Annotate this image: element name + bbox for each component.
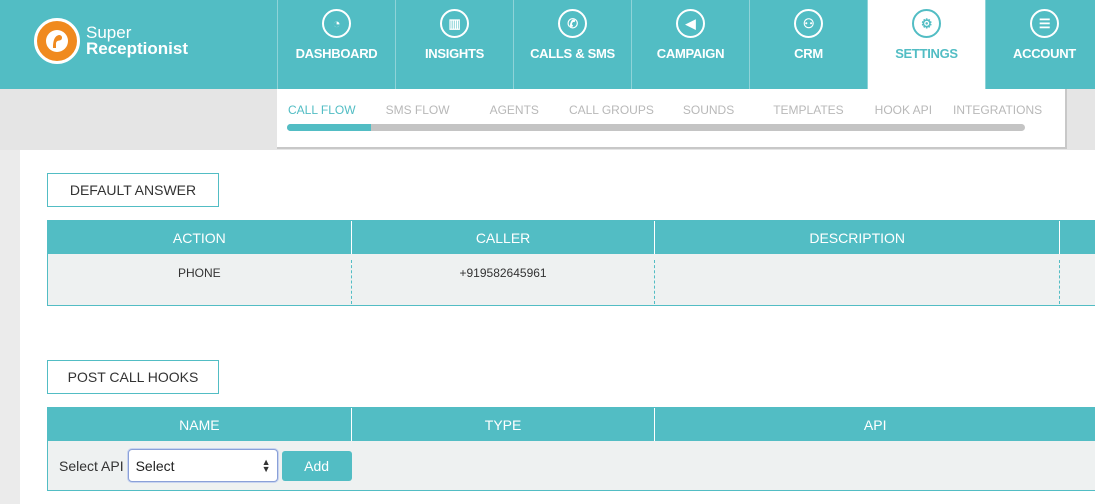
post-call-hooks-table: NAME TYPE API Select API Select ▲ ▼ Add <box>47 407 1095 491</box>
add-hook-row: Select API Select ▲ ▼ Add <box>48 441 1095 490</box>
cell-extra <box>1060 260 1095 304</box>
tab-call-groups[interactable]: CALL GROUPS <box>550 103 665 117</box>
column-header-api: API <box>863 416 887 433</box>
brand-logo[interactable]: Super Receptionist <box>34 18 188 64</box>
tab-hook-api[interactable]: HOOK API <box>855 103 943 117</box>
tab-sounds[interactable]: SOUNDS <box>665 103 745 117</box>
column-header-extra <box>1060 221 1095 254</box>
column-header-action: ACTION <box>48 221 352 254</box>
nav-item-calls-sms[interactable]: ✆ CALLS & SMS <box>513 0 631 89</box>
list-icon: ☰ <box>1030 9 1059 38</box>
cell-description <box>655 260 1061 304</box>
table-header: ACTION CALLER DESCRIPTION <box>48 221 1095 254</box>
cell-caller: +919582645961 <box>352 260 656 304</box>
nav-item-crm[interactable]: ⚇ CRM <box>749 0 867 89</box>
column-header-type: TYPE <box>352 408 656 441</box>
left-gutter <box>0 150 20 504</box>
api-select[interactable]: Select ▲ ▼ <box>127 449 278 482</box>
nav-item-settings[interactable]: ⚙ SETTINGS <box>867 0 985 89</box>
nav-item-insights[interactable]: ▥ INSIGHTS <box>395 0 513 89</box>
nav-item-campaign[interactable]: ◀ CAMPAIGN <box>631 0 749 89</box>
dashboard-gauge-icon: ◔ <box>322 9 351 38</box>
tab-scroll-track[interactable] <box>287 124 1025 131</box>
top-navigation-bar: Super Receptionist ◔ DASHBOARD ▥ INSIGHT… <box>0 0 1095 89</box>
megaphone-icon: ◀ <box>676 9 705 38</box>
nav-label: CRM <box>794 46 823 61</box>
select-api-label: Select API <box>59 457 124 474</box>
settings-subnav: CALL FLOW SMS FLOW AGENTS CALL GROUPS SO… <box>277 89 1067 149</box>
nav-item-account[interactable]: ☰ ACCOUNT <box>985 0 1095 89</box>
nav-label: CAMPAIGN <box>656 46 725 61</box>
column-header-caller: CALLER <box>352 221 656 254</box>
nav-label: INSIGHTS <box>425 46 484 61</box>
table-row: PHONE +919582645961 <box>48 260 1095 304</box>
select-arrows-icon: ▲ ▼ <box>261 456 271 474</box>
gear-icon: ⚙ <box>912 9 941 38</box>
brand-name: Super Receptionist <box>86 24 189 58</box>
tab-templates[interactable]: TEMPLATES <box>745 103 854 117</box>
receptionist-logo-icon <box>34 18 80 64</box>
post-call-hooks-button[interactable]: POST CALL HOOKS <box>47 360 219 394</box>
brand-name-line2: Receptionist <box>86 39 189 58</box>
table-header: NAME TYPE API <box>48 408 1095 441</box>
nav-label: SETTINGS <box>895 46 958 61</box>
nav-label: DASHBOARD <box>295 46 378 61</box>
nav-item-dashboard[interactable]: ◔ DASHBOARD <box>277 0 395 89</box>
nav-label: ACCOUNT <box>1013 46 1076 61</box>
users-icon: ⚇ <box>794 9 823 38</box>
column-header-name: NAME <box>48 408 352 441</box>
tab-scroll-indicator[interactable] <box>287 124 371 131</box>
add-hook-button[interactable]: Add <box>281 450 352 481</box>
bar-chart-icon: ▥ <box>440 9 469 38</box>
tab-integrations[interactable]: INTEGRATIONS <box>943 103 1053 117</box>
phone-icon: ✆ <box>558 9 587 38</box>
main-nav: ◔ DASHBOARD ▥ INSIGHTS ✆ CALLS & SMS ◀ C… <box>277 0 1095 89</box>
settings-tabs: CALL FLOW SMS FLOW AGENTS CALL GROUPS SO… <box>277 103 1053 117</box>
api-select-value: Select <box>135 457 175 474</box>
default-answer-button[interactable]: DEFAULT ANSWER <box>47 173 219 207</box>
tab-agents[interactable]: AGENTS <box>461 103 550 117</box>
cell-action: PHONE <box>48 260 352 304</box>
tab-call-flow[interactable]: CALL FLOW <box>277 103 367 117</box>
tab-sms-flow[interactable]: SMS FLOW <box>367 103 461 117</box>
nav-label: CALLS & SMS <box>530 46 615 61</box>
default-answer-table: ACTION CALLER DESCRIPTION PHONE +9195826… <box>47 220 1095 306</box>
column-header-description: DESCRIPTION <box>655 221 1061 254</box>
